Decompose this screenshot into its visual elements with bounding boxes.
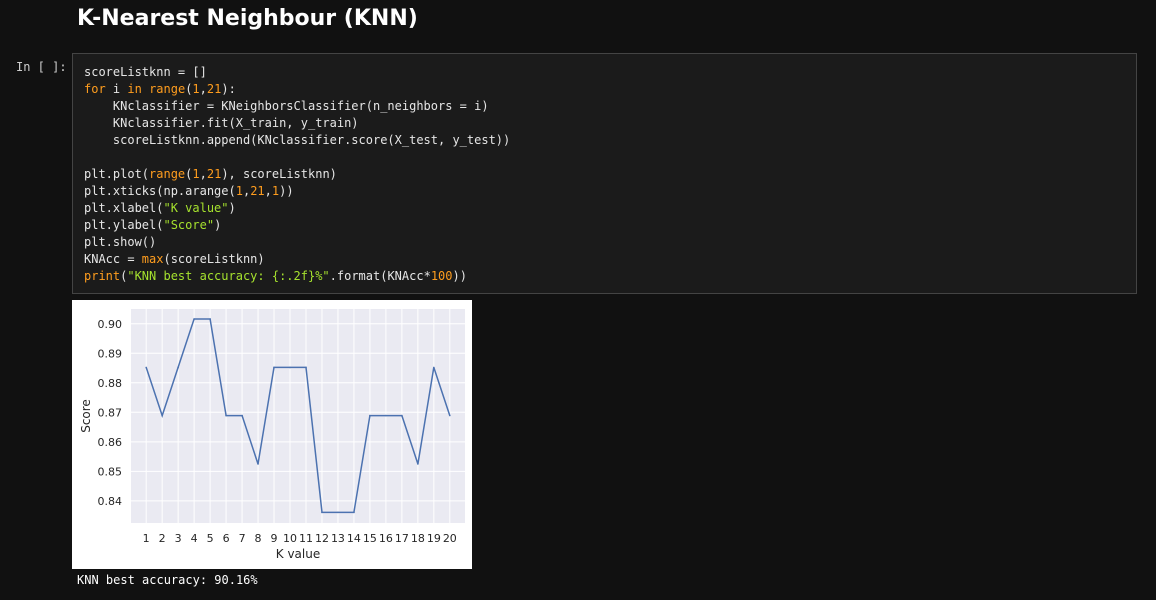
data-point bbox=[417, 463, 419, 465]
y-tick-label: 0.87 bbox=[98, 406, 123, 419]
data-point bbox=[273, 366, 275, 369]
data-point bbox=[401, 414, 403, 417]
code-token: max bbox=[141, 252, 164, 266]
data-point bbox=[385, 414, 387, 417]
code-token: KNAcc = bbox=[84, 252, 142, 266]
data-point bbox=[177, 366, 179, 369]
code-token: scoreListknn = [] bbox=[84, 65, 207, 79]
data-point bbox=[257, 463, 259, 465]
code-token: .format(KNAcc* bbox=[329, 269, 431, 283]
code-token: "Score" bbox=[163, 218, 215, 232]
code-token: 1 bbox=[192, 167, 200, 181]
x-tick-label: 16 bbox=[379, 532, 393, 545]
code-token: range bbox=[149, 167, 186, 181]
x-tick-label: 1 bbox=[143, 532, 150, 545]
x-tick-label: 14 bbox=[347, 532, 361, 545]
code-token: plt.show() bbox=[84, 235, 157, 249]
x-tick-label: 10 bbox=[283, 532, 297, 545]
code-token: (scoreListknn) bbox=[163, 252, 265, 266]
data-point bbox=[241, 414, 243, 417]
code-token: 100 bbox=[430, 269, 453, 283]
code-token: 1 bbox=[235, 184, 243, 198]
code-token: "K value" bbox=[163, 201, 229, 215]
code-token: plt.plot( bbox=[84, 167, 150, 181]
plot-output: 1 2 3 4 5 6 7 8 9 10 11 12 13 14 15 16 17 18 19 20 0.84 0.85 0… bbox=[72, 300, 472, 569]
code-token: 1 bbox=[192, 82, 200, 96]
data-point bbox=[145, 366, 147, 369]
code-token: ) bbox=[228, 201, 236, 215]
x-tick-label: 7 bbox=[239, 532, 246, 545]
y-tick-label: 0.85 bbox=[98, 465, 123, 478]
code-token: scoreListknn.append(KNclassifier.score(X… bbox=[84, 133, 511, 147]
y-tick-label: 0.90 bbox=[98, 318, 123, 331]
x-tick-label: 5 bbox=[207, 532, 214, 545]
code-cell[interactable]: scoreListknn = [] for i in range(1,21): … bbox=[72, 53, 1137, 294]
code-editor[interactable]: scoreListknn = [] for i in range(1,21): … bbox=[84, 64, 510, 285]
print-output: KNN best accuracy: 90.16% bbox=[77, 573, 258, 587]
code-token: )) bbox=[452, 269, 467, 283]
code-token: plt.xticks(np.arange( bbox=[84, 184, 236, 198]
data-point bbox=[369, 414, 371, 417]
data-point bbox=[337, 511, 339, 514]
code-token: ): bbox=[221, 82, 236, 96]
plot-area bbox=[131, 309, 465, 523]
data-point bbox=[449, 414, 451, 417]
y-tick-label: 0.89 bbox=[98, 347, 123, 360]
data-point bbox=[289, 366, 291, 369]
data-point bbox=[209, 318, 211, 320]
code-token: 21 bbox=[250, 184, 265, 198]
x-tick-label: 13 bbox=[331, 532, 345, 545]
x-tick-label: 20 bbox=[443, 532, 457, 545]
code-token: KNclassifier = KNeighborsClassifier(n_ne… bbox=[84, 99, 489, 113]
code-token: 21 bbox=[206, 82, 222, 96]
code-token: i bbox=[105, 82, 128, 96]
x-tick-label: 6 bbox=[223, 532, 230, 545]
y-tick-label: 0.84 bbox=[98, 495, 123, 508]
data-point bbox=[193, 318, 195, 320]
code-token: ), scoreListknn) bbox=[221, 167, 337, 181]
cell-prompt: In [ ]: bbox=[16, 60, 67, 74]
code-token: , bbox=[199, 82, 207, 96]
code-token: 21 bbox=[206, 167, 222, 181]
x-tick-label: 3 bbox=[175, 532, 182, 545]
line-chart: 1 2 3 4 5 6 7 8 9 10 11 12 13 14 15 16 17 18 19 200.840.850… bbox=[79, 309, 465, 561]
data-point bbox=[225, 414, 227, 417]
code-token: in bbox=[127, 82, 142, 96]
code-token: for bbox=[84, 82, 106, 96]
section-heading: K-Nearest Neighbour (KNN) bbox=[77, 6, 418, 31]
code-token: ) bbox=[214, 218, 222, 232]
x-tick-label: 17 bbox=[395, 532, 409, 545]
code-token: , bbox=[199, 167, 207, 181]
code-token: "KNN best accuracy: {:.2f}%" bbox=[127, 269, 330, 283]
y-tick-label: 0.86 bbox=[98, 436, 123, 449]
x-axis-label: K value bbox=[276, 547, 320, 561]
data-point bbox=[305, 366, 307, 369]
code-token: , bbox=[264, 184, 272, 198]
x-tick-label: 9 bbox=[271, 532, 278, 545]
x-tick-label: 19 bbox=[427, 532, 441, 545]
code-token: print bbox=[84, 269, 121, 283]
data-point bbox=[161, 414, 163, 417]
x-tick-label: 11 bbox=[299, 532, 313, 545]
y-tick-label: 0.88 bbox=[98, 377, 123, 390]
x-tick-label: 15 bbox=[363, 532, 377, 545]
code-token: )) bbox=[279, 184, 294, 198]
data-point bbox=[433, 366, 435, 369]
x-tick-label: 18 bbox=[411, 532, 425, 545]
x-tick-label: 8 bbox=[255, 532, 262, 545]
code-token: range bbox=[149, 82, 186, 96]
x-tick-label: 4 bbox=[191, 532, 198, 545]
y-axis-label: Score bbox=[79, 399, 93, 433]
x-tick-label: 12 bbox=[315, 532, 329, 545]
code-token: KNclassifier.fit(X_train, y_train) bbox=[84, 116, 359, 130]
code-token: plt.ylabel( bbox=[84, 218, 164, 232]
data-point bbox=[353, 511, 355, 514]
x-tick-label: 2 bbox=[159, 532, 166, 545]
data-point bbox=[321, 511, 323, 514]
code-token: plt.xlabel( bbox=[84, 201, 164, 215]
